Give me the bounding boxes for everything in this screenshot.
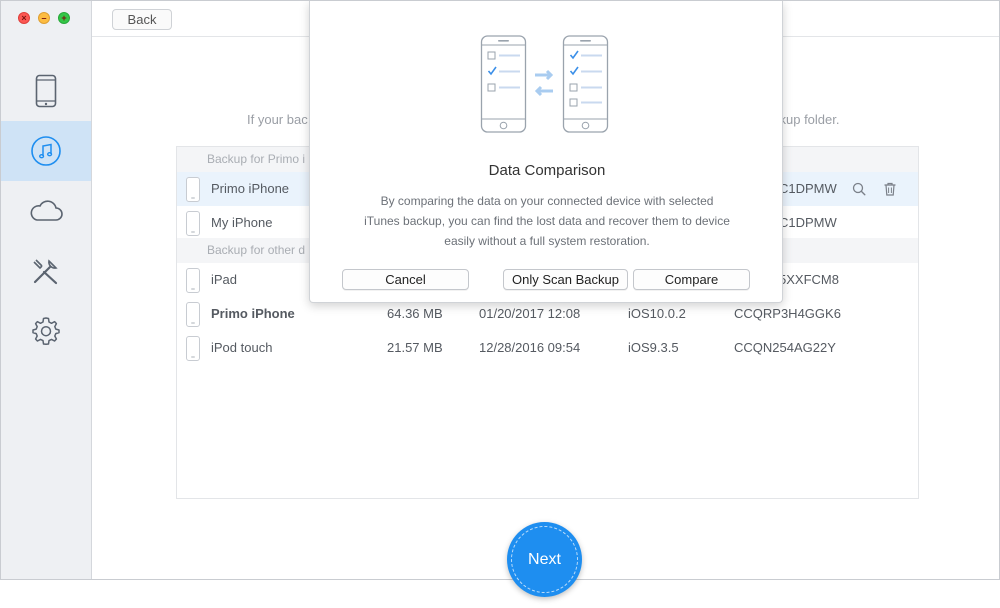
row-serial: CCQN254AG22Y (734, 340, 836, 355)
table-row[interactable]: iPod touch 21.57 MB 12/28/2016 09:54 iOS… (177, 331, 918, 365)
trash-icon[interactable] (883, 182, 897, 196)
only-scan-backup-button[interactable]: Only Scan Backup (503, 269, 628, 290)
sidebar-item-settings[interactable] (1, 301, 91, 361)
minimize-window-button[interactable]: – (38, 12, 50, 24)
back-button[interactable]: Back (112, 9, 172, 30)
row-device-name: iPad (211, 272, 238, 287)
row-device-name: iPod touch (211, 340, 273, 355)
iphone-icon (186, 302, 200, 327)
compare-button[interactable]: Compare (633, 269, 750, 290)
sidebar-item-tools[interactable] (1, 241, 91, 301)
next-button-label: Next (528, 550, 561, 568)
row-serial: 5XXFCM8 (779, 272, 839, 287)
data-comparison-dialog: Data Comparison By comparing the data on… (309, 1, 783, 303)
close-window-button[interactable]: × (18, 12, 30, 24)
search-icon[interactable] (852, 182, 866, 196)
row-serial: C1DPMW (779, 181, 837, 196)
row-ios-version: iOS9.3.5 (628, 340, 679, 355)
ipad-icon (186, 268, 200, 293)
ipod-icon (186, 336, 200, 361)
sidebar-item-device[interactable] (1, 61, 91, 121)
sidebar-item-icloud[interactable] (1, 181, 91, 241)
row-size: 21.57 MB (387, 340, 443, 355)
settings-gear-icon (32, 317, 60, 346)
row-serial: C1DPMW (779, 215, 837, 230)
iphone-icon (35, 74, 57, 108)
next-button[interactable]: Next (507, 522, 582, 597)
iphone-icon (186, 211, 200, 236)
icloud-icon (30, 200, 63, 221)
cancel-button[interactable]: Cancel (342, 269, 469, 290)
app-window: × – + Back If your bac ckup folder. Back… (0, 0, 1000, 580)
tools-icon (33, 259, 58, 285)
itunes-music-icon (31, 136, 61, 166)
iphone-icon (186, 177, 200, 202)
device-comparison-illustration (480, 35, 609, 133)
maximize-window-button[interactable]: + (58, 12, 70, 24)
dialog-description: By comparing the data on your connected … (364, 194, 730, 248)
row-device-name: Primo iPhone (211, 181, 290, 196)
row-date: 12/28/2016 09:54 (479, 340, 581, 355)
instruction-text-left: If your bac (247, 112, 308, 127)
sidebar-item-itunes[interactable] (1, 121, 91, 181)
row-device-name: Primo iPhone (211, 306, 295, 321)
row-device-name: My iPhone (211, 215, 273, 230)
desktop-background (0, 580, 1000, 608)
sidebar: × – + (1, 1, 92, 579)
dialog-title: Data Comparison (488, 162, 606, 179)
